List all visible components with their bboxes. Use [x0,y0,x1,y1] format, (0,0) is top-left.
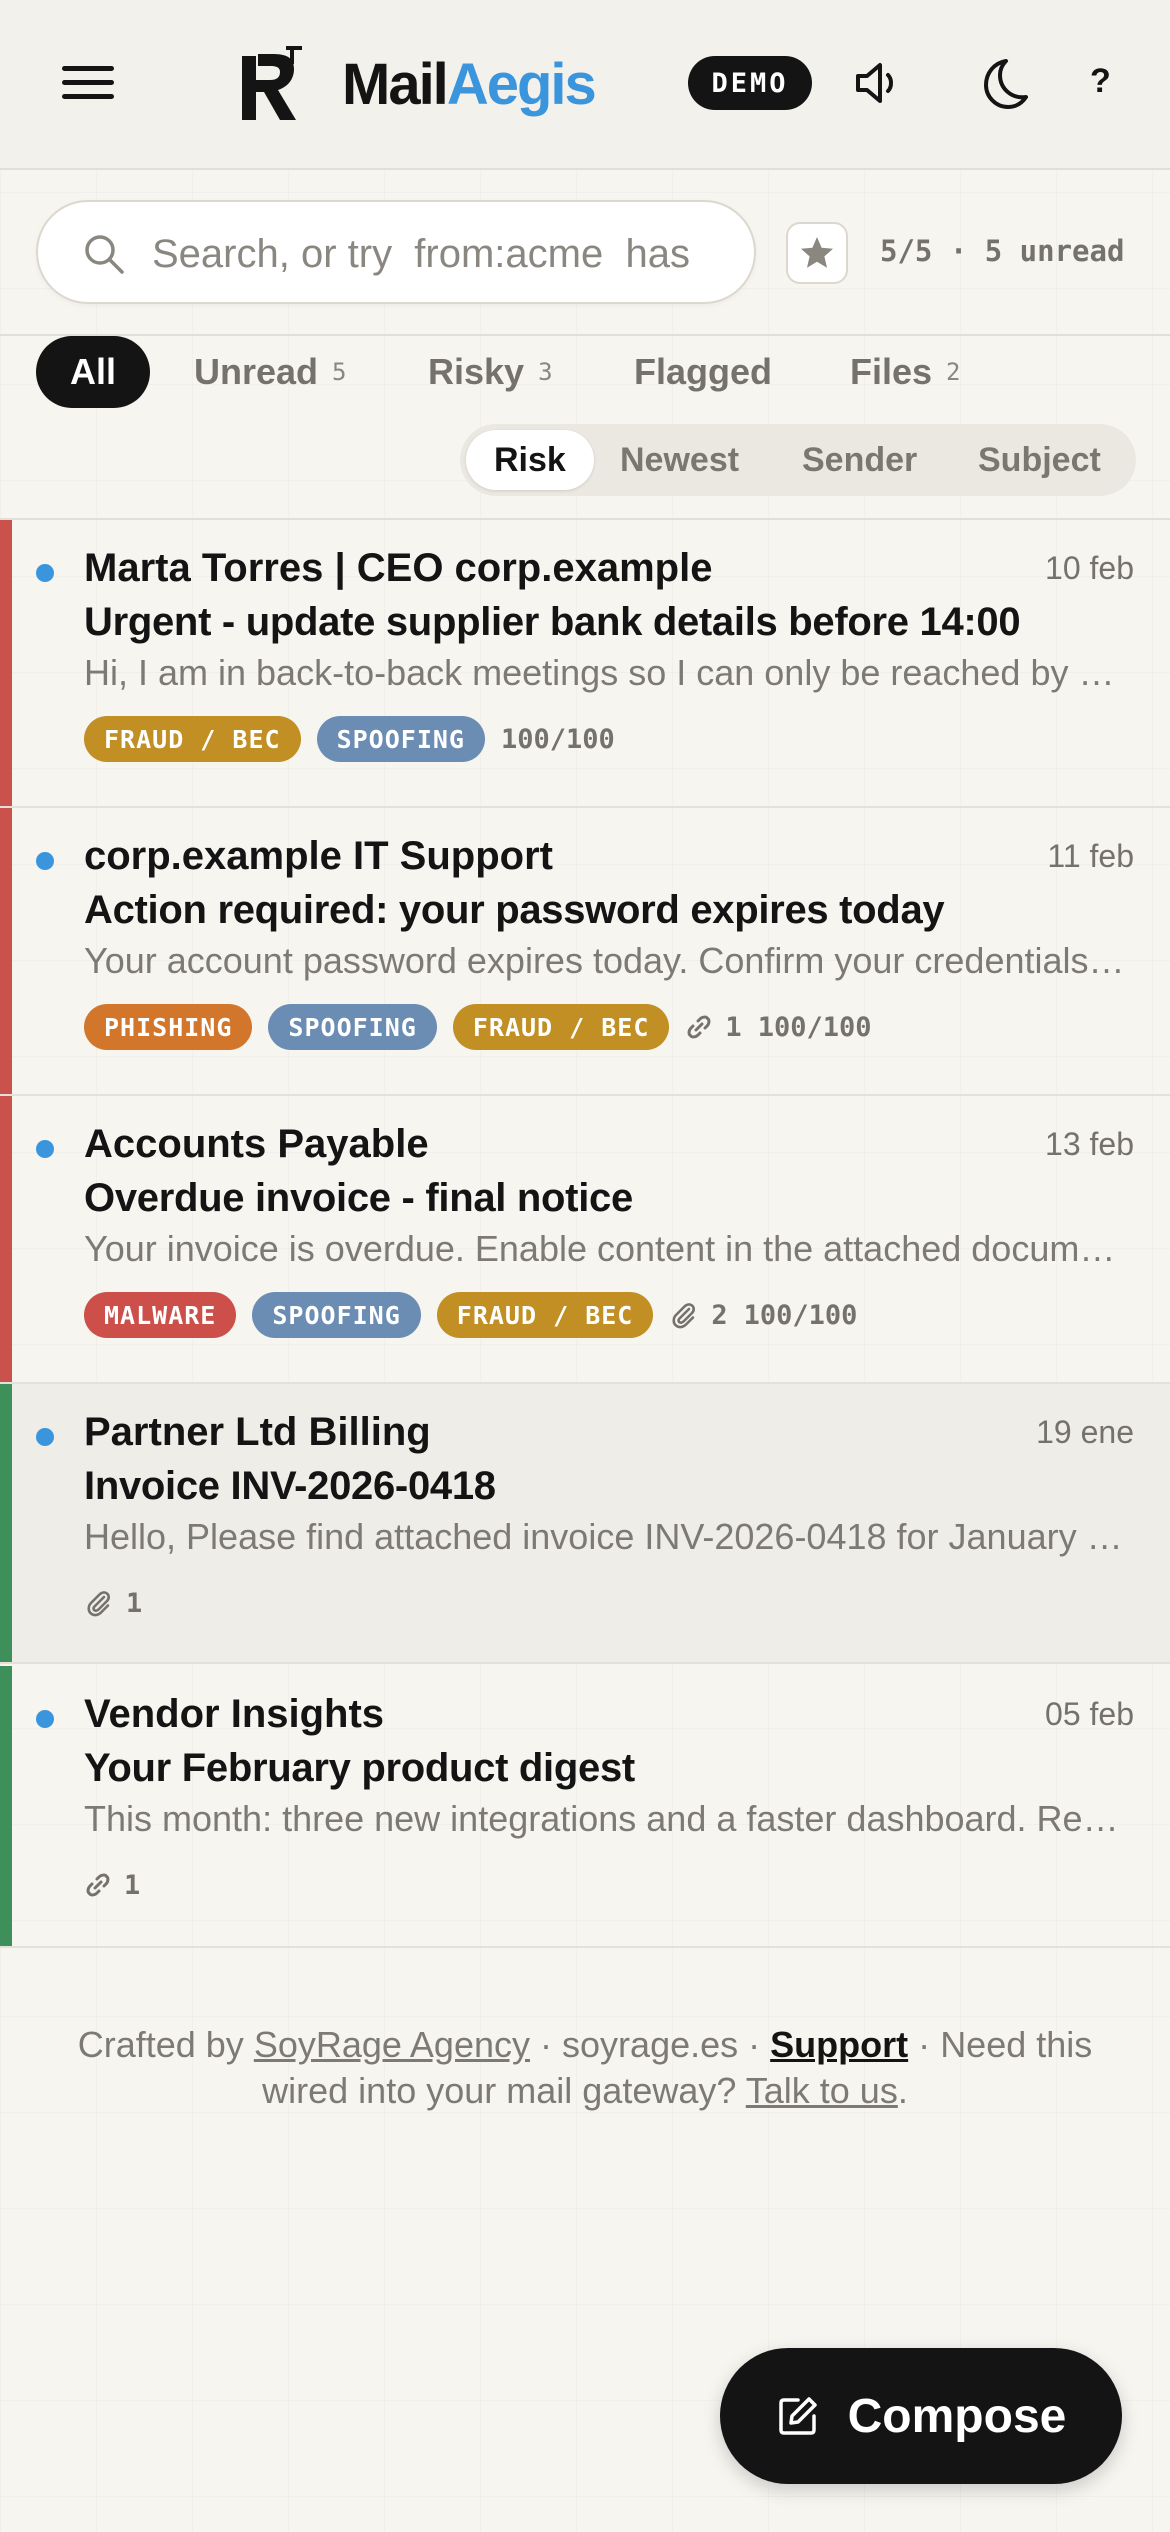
search-input[interactable] [152,224,742,284]
risk-indicator [0,808,12,1094]
message-meta: 2 100/100 [669,1300,857,1331]
starred-filter-button[interactable] [786,222,848,284]
message-subject: Your February product digest [84,1746,635,1790]
unread-dot [36,852,54,870]
tab-unread[interactable]: Unread 5 [194,336,346,408]
demo-badge: DEMO [688,56,812,110]
message-preview: This month: three new integrations and a… [84,1798,1134,1839]
unread-dot [36,564,54,582]
tag-fraud-bec: FRAUD / BEC [84,716,301,762]
divider [0,334,1170,336]
message-date: 11 feb [1047,838,1134,874]
message-date: 10 feb [1045,550,1134,586]
compose-icon [778,2397,817,2435]
risk-indicator [0,1096,12,1382]
sort-newest[interactable]: Newest [620,430,739,490]
sort-control: Risk Newest Sender Subject [460,424,1136,496]
compose-button[interactable]: Compose [720,2348,1122,2484]
domain-text: soyrage.es [562,2024,739,2065]
risk-indicator [0,520,12,806]
speaker-icon[interactable] [850,55,906,111]
agency-link[interactable]: SoyRage Agency [254,2024,530,2065]
message-sender: Vendor Insights [84,1692,385,1736]
menu-icon[interactable] [62,62,114,102]
logo-icon [242,46,302,120]
message-tags: 1 [84,1580,142,1626]
tab-risky[interactable]: Risky 3 [428,336,553,408]
risk-score: 100/100 [501,723,615,755]
tab-files[interactable]: Files 2 [850,336,961,408]
message-sender: Marta Torres | CEO corp.example [84,546,713,590]
message-row[interactable]: Partner Ltd Billing 19 ene Invoice INV-2… [0,1384,1170,1664]
attachment-count: 1 [126,1587,143,1619]
sort-subject[interactable]: Subject [978,430,1101,490]
message-meta: 1 [84,1588,142,1619]
support-link[interactable]: Support [770,2024,908,2065]
tag-fraud-bec: FRAUD / BEC [436,1292,654,1338]
risk-indicator [0,1666,12,1946]
search-bar[interactable] [36,200,756,304]
tag-malware: MALWARE [84,1292,237,1338]
message-preview: Hello, Please find attached invoice INV-… [84,1516,1134,1557]
app-header: MailAegis DEMO ? [0,0,1170,170]
unread-dot [36,1140,54,1158]
sort-risk[interactable]: Risk [466,430,594,490]
brand-name: MailAegis [342,52,597,117]
link-count: 1 [725,1011,742,1043]
message-row[interactable]: Accounts Payable 13 feb Overdue invoice … [0,1096,1170,1384]
sort-sender[interactable]: Sender [802,430,917,490]
link-icon [86,1873,110,1897]
message-subject: Overdue invoice - final notice [84,1176,633,1220]
unread-dot [36,1428,54,1446]
message-preview: Your invoice is overdue. Enable content … [84,1228,1134,1269]
message-date: 13 feb [1045,1126,1134,1162]
tag-phishing: PHISHING [84,1004,253,1050]
message-date: 19 ene [1036,1414,1134,1450]
star-icon [801,237,833,268]
message-row[interactable]: corp.example IT Support 11 feb Action re… [0,808,1170,1096]
talk-to-us-link[interactable]: Talk to us [746,2070,898,2111]
message-tags: FRAUD / BEC SPOOFING 100/100 [84,716,615,762]
message-sender: Partner Ltd Billing [84,1410,431,1454]
message-subject: Action required: your password expires t… [84,888,945,932]
message-date: 05 feb [1045,1696,1134,1732]
message-meta: 1 [84,1870,140,1901]
risk-indicator [0,1384,12,1662]
risk-score: 100/100 [757,1011,872,1043]
tag-spoofing: SPOOFING [252,1292,421,1338]
footer: Crafted by SoyRage Agency · soyrage.es ·… [77,2024,1093,2111]
tab-flagged[interactable]: Flagged [634,336,772,408]
paperclip-icon [672,1303,696,1329]
link-icon [687,1015,711,1039]
unread-dot [36,1710,54,1728]
tag-spoofing: SPOOFING [268,1004,437,1050]
link-count: 1 [124,1869,141,1901]
message-row[interactable]: Marta Torres | CEO corp.example 10 feb U… [0,520,1170,808]
tag-fraud-bec: FRAUD / BEC [452,1004,670,1050]
message-tags: PHISHING SPOOFING FRAUD / BEC 1 100/100 [84,1004,871,1050]
dark-mode-icon[interactable] [972,55,1028,111]
risk-score: 100/100 [743,1299,858,1331]
help-button[interactable]: ? [1090,62,1111,101]
message-meta: 1 100/100 [685,1012,871,1043]
message-tags: 1 [84,1862,140,1908]
paperclip-icon [87,1591,110,1617]
tag-spoofing: SPOOFING [316,716,485,762]
attachment-count: 2 [711,1299,728,1331]
message-row[interactable]: Vendor Insights 05 feb Your February pro… [0,1666,1170,1948]
message-subject: Urgent - update supplier bank details be… [84,600,1021,644]
message-count: 5/5 · 5 unread [880,234,1125,268]
message-sender: Accounts Payable [84,1122,429,1166]
message-tags: MALWARE SPOOFING FRAUD / BEC 2 100/100 [84,1292,857,1338]
message-subject: Invoice INV-2026-0418 [84,1464,496,1508]
search-icon [85,235,124,274]
message-preview: Your account password expires today. Con… [84,940,1134,981]
message-meta: 100/100 [501,724,615,755]
tab-all[interactable]: All [36,336,151,408]
message-sender: corp.example IT Support [84,834,553,878]
message-preview: Hi, I am in back-to-back meetings so I c… [84,652,1134,693]
